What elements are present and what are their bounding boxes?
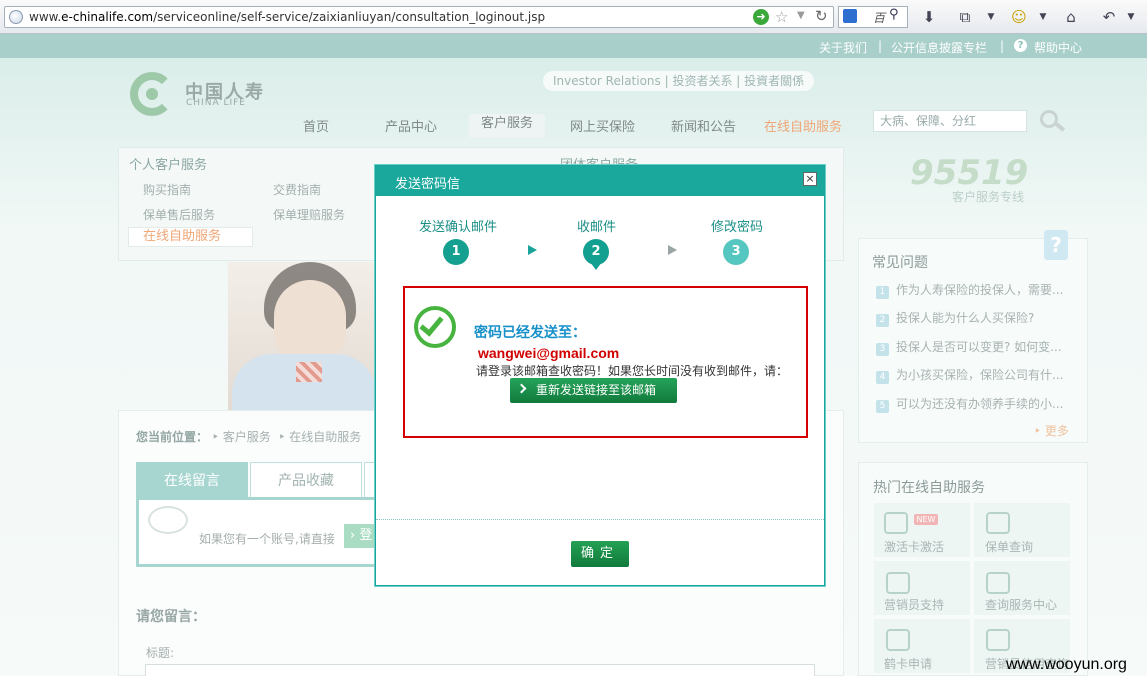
step-2-label: 收邮件 xyxy=(577,220,617,235)
investor-relations-link[interactable]: Investor Relations | 投资者关系 | 投資者關係 xyxy=(543,71,815,91)
step-1-circle: 1 xyxy=(443,239,469,265)
app-icon xyxy=(886,572,910,594)
claims-service-link[interactable]: 保单理赔服务 xyxy=(273,206,345,223)
history-icon[interactable]: ↶ xyxy=(1098,6,1120,28)
hot-service-label: 鹤卡申请 xyxy=(884,657,933,671)
go-icon[interactable]: ➜ xyxy=(753,9,769,25)
help-icon: ? xyxy=(1014,39,1027,52)
new-badge: NEW xyxy=(914,514,938,525)
breadcrumb-self-service[interactable]: 在线自助服务 xyxy=(289,430,361,444)
chevron-down-icon[interactable]: ▼ xyxy=(797,10,805,21)
logo-dot xyxy=(146,88,158,100)
globe-icon xyxy=(9,10,23,24)
tab-online-message[interactable]: 在线留言 xyxy=(136,462,248,498)
ok-button[interactable]: 确定 xyxy=(571,541,629,567)
nav-home[interactable]: 首页 xyxy=(303,116,329,136)
payment-guide-link[interactable]: 交费指南 xyxy=(273,181,321,198)
faq-item[interactable]: 4 为小孩买保险，保险公司有什... xyxy=(876,366,1063,384)
nav-news[interactable]: 新闻和公告 xyxy=(671,116,736,136)
disclosure-link[interactable]: 公开信息披露专栏 xyxy=(891,39,987,56)
search-engine-label: 百 xyxy=(873,11,886,25)
paw-icon xyxy=(843,9,857,23)
tab-product-favorites[interactable]: 产品收藏 xyxy=(250,462,362,498)
check-mail-hint: 请登录该邮箱查收密码！如果您长时间没有收到邮件，请： xyxy=(476,364,789,378)
faq-item[interactable]: 3 投保人是否可以变更? 如何变... xyxy=(876,338,1062,356)
dialog-title: 发送密码信 xyxy=(395,177,461,192)
arrow-right-icon xyxy=(668,245,677,255)
step-3-label: 修改密码 xyxy=(711,220,764,235)
logo-text-en: CHINA LIFE xyxy=(186,98,246,108)
agent-photo xyxy=(228,262,380,412)
chat-bubble-icon xyxy=(148,506,188,534)
nav-buy-online[interactable]: 网上买保险 xyxy=(570,116,635,136)
faq-item[interactable]: 1 作为人寿保险的投保人，需要... xyxy=(876,281,1063,299)
card-icon xyxy=(886,629,910,651)
breadcrumb: 您当前位置： ‣ 客户服务 ‣ 在线自助服务 xyxy=(136,430,362,444)
help-center-link[interactable]: 帮助中心 xyxy=(1034,39,1082,56)
map-icon xyxy=(986,572,1010,594)
star-icon[interactable]: ☆ xyxy=(775,8,788,26)
download-icon[interactable]: ⬇ xyxy=(918,6,940,28)
breadcrumb-customer-service[interactable]: 客户服务 xyxy=(223,430,271,444)
chevron-down-icon[interactable]: ▼ xyxy=(1124,6,1138,28)
chevron-down-icon[interactable]: ▼ xyxy=(984,6,998,28)
step-3-circle: 3 xyxy=(723,239,749,265)
step-1-label: 发送确认邮件 xyxy=(419,220,498,235)
faq-more-link[interactable]: ‣ 更多 xyxy=(1034,422,1069,439)
hot-service-label: 营销员支持 xyxy=(884,598,945,612)
faq-item[interactable]: 5 可以为还没有办领养手续的小... xyxy=(876,395,1063,413)
nav-customer-service[interactable]: 客户服务 xyxy=(469,114,546,138)
reload-icon[interactable]: ↻ xyxy=(815,7,828,25)
question-icon: ? xyxy=(1044,230,1068,260)
hotline-number: 95519 xyxy=(910,153,1029,193)
lock-icon xyxy=(884,512,908,534)
divider xyxy=(376,519,824,520)
hot-service-label: 保单查询 xyxy=(985,540,1034,554)
chevron-down-icon[interactable]: ▼ xyxy=(1036,6,1050,28)
faq-item[interactable]: 2 投保人能为什么人买保险? xyxy=(876,309,1034,327)
login-hint: 如果您有一个账号,请直接 xyxy=(199,532,335,546)
hotline-label: 客户服务专线 xyxy=(952,190,1025,204)
search-icon[interactable]: ⚲ xyxy=(889,7,899,22)
email-address: wangwei@gmail.com xyxy=(478,345,620,361)
hot-service-label: 激活卡激活 xyxy=(884,540,945,554)
close-icon[interactable]: × xyxy=(803,172,817,186)
smiley-icon[interactable]: ☺ xyxy=(1008,6,1030,28)
resend-link-button[interactable]: 重新发送链接至该邮箱 xyxy=(510,378,677,403)
site-search-input[interactable]: 大病、保障、分红 xyxy=(873,110,1027,132)
hot-services-title: 热门在线自助服务 xyxy=(873,480,985,496)
about-us-link[interactable]: 关于我们 xyxy=(819,39,867,56)
sent-title: 密码已经发送至： xyxy=(474,325,586,341)
message-section-title: 请您留言： xyxy=(136,609,206,625)
browser-search-box[interactable]: 百 ⚲ xyxy=(838,6,908,28)
policy-service-link[interactable]: 保单售后服务 xyxy=(143,206,215,223)
purchase-guide-link[interactable]: 购买指南 xyxy=(143,181,191,198)
current-step-pointer xyxy=(590,262,602,270)
hot-service-label: 查询服务中心 xyxy=(985,598,1058,612)
person-search-icon xyxy=(986,629,1010,651)
arrow-right-icon xyxy=(528,245,537,255)
home-icon[interactable]: ⌂ xyxy=(1060,6,1082,28)
screenshot-icon[interactable]: ⧉ xyxy=(954,6,976,28)
title-label: 标题: xyxy=(146,646,175,660)
document-search-icon xyxy=(986,512,1010,534)
url-text[interactable]: www.e-chinalife.com/serviceonline/self-s… xyxy=(29,10,545,24)
watermark: www.wooyun.org xyxy=(1006,656,1127,673)
personal-service-title: 个人客户服务 xyxy=(129,158,208,173)
title-input[interactable] xyxy=(145,664,815,676)
nav-products[interactable]: 产品中心 xyxy=(385,116,437,136)
nav-self-service[interactable]: 在线自助服务 xyxy=(764,116,842,136)
faq-title: 常见问题 xyxy=(872,255,928,271)
address-bar[interactable]: www.e-chinalife.com/serviceonline/self-s… xyxy=(4,6,834,28)
self-service-link[interactable]: 在线自助服务 xyxy=(128,227,253,247)
